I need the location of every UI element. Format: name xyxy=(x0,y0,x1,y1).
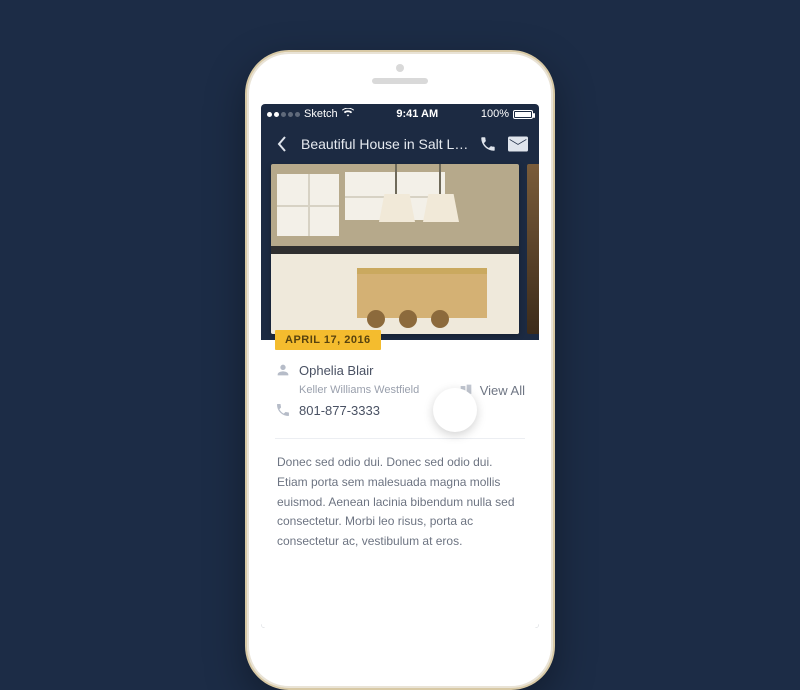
listing-photo[interactable] xyxy=(271,164,519,334)
page-title: Beautiful House in Salt Lake C… xyxy=(301,136,469,152)
person-icon xyxy=(275,362,291,378)
navbar: Beautiful House in Salt Lake C… xyxy=(261,124,539,164)
agent-name: Ophelia Blair xyxy=(299,363,373,378)
divider xyxy=(275,438,525,439)
listing-photo-peek[interactable] xyxy=(527,164,539,334)
date-badge: APRIL 17, 2016 xyxy=(275,330,381,350)
phone-frame: Sketch 9:41 AM 100% Beautiful House in S… xyxy=(245,50,555,690)
agent-brokerage: Keller Williams Westfield xyxy=(299,384,419,396)
screen: Sketch 9:41 AM 100% Beautiful House in S… xyxy=(261,104,539,628)
call-button[interactable] xyxy=(477,133,499,155)
status-time: 9:41 AM xyxy=(396,108,438,120)
battery-icon xyxy=(513,110,533,119)
agent-block: Ophelia Blair Keller Williams Westfield … xyxy=(275,362,419,418)
listing-card: APRIL 17, 2016 Ophelia Blair Keller Will… xyxy=(261,340,539,628)
signal-dots-icon xyxy=(267,112,300,117)
agent-phone[interactable]: 801-877-3333 xyxy=(299,403,380,418)
view-all-label: View All xyxy=(480,383,525,398)
listing-description: Donec sed odio dui. Donec sed odio dui. … xyxy=(261,449,539,556)
phone-icon xyxy=(275,402,291,418)
floating-action-button[interactable] xyxy=(433,388,477,432)
photo-carousel[interactable] xyxy=(261,164,539,340)
status-bar: Sketch 9:41 AM 100% xyxy=(261,104,539,124)
wifi-icon xyxy=(342,108,354,120)
carrier-label: Sketch xyxy=(304,108,338,120)
email-button[interactable] xyxy=(507,133,529,155)
back-button[interactable] xyxy=(271,133,293,155)
battery-percent: 100% xyxy=(481,108,509,120)
